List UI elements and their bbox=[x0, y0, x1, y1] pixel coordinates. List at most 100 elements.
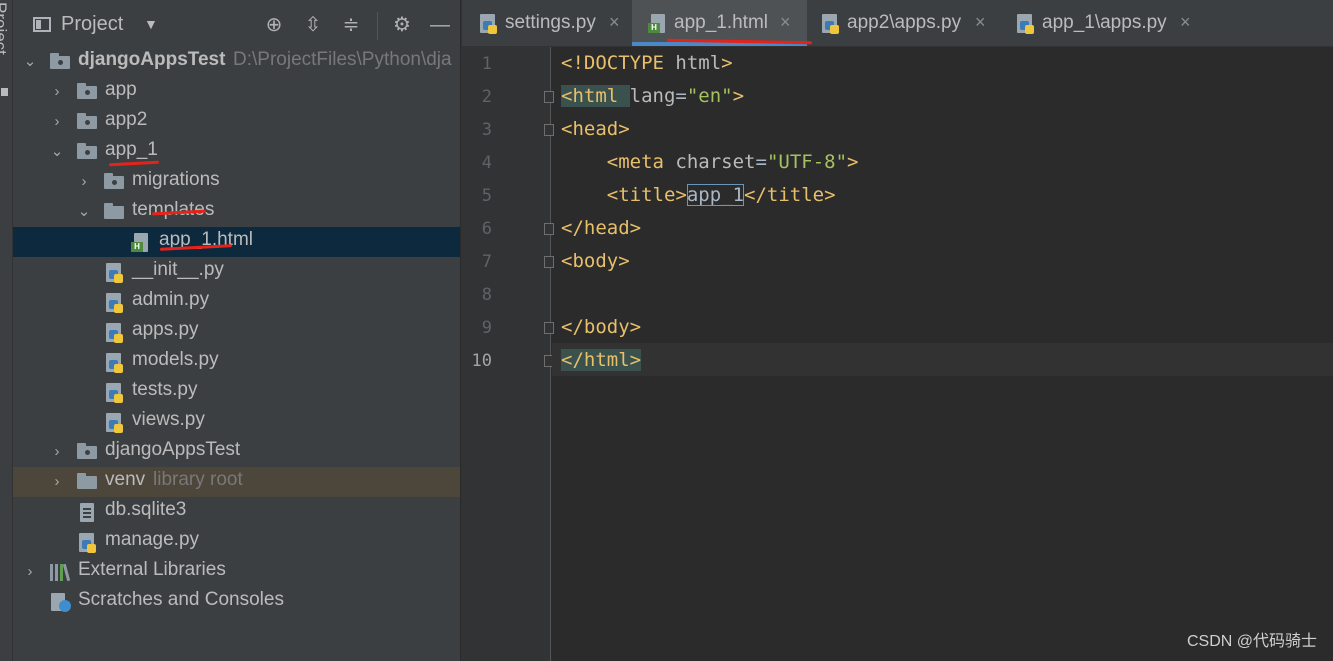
tree-row-apps-py[interactable]: apps.py bbox=[13, 317, 460, 347]
tree-row-project-root[interactable]: ⌄ djangoAppsTest D:\ProjectFiles\Python\… bbox=[13, 47, 460, 77]
tab-app_1-html[interactable]: H app_1.html × bbox=[632, 0, 813, 46]
html-file-icon: H bbox=[648, 14, 668, 33]
close-icon[interactable]: × bbox=[975, 12, 986, 33]
database-file-icon bbox=[77, 503, 97, 522]
collapse-all-icon[interactable]: ≑ bbox=[338, 12, 364, 38]
python-file-icon bbox=[105, 413, 125, 433]
tree-row-manage-py[interactable]: manage.py bbox=[13, 527, 460, 557]
project-tool-window-label: Project bbox=[0, 2, 10, 55]
tree-item-label: djangoAppsTest bbox=[105, 439, 241, 460]
line-number: 7 bbox=[481, 252, 492, 272]
close-icon[interactable]: × bbox=[609, 12, 620, 33]
line-number: 1 bbox=[481, 54, 492, 74]
line-number: 4 bbox=[481, 153, 492, 173]
tree-item-label: app_1 bbox=[105, 139, 158, 160]
tab-app2-apps-py[interactable]: app2\apps.py × bbox=[807, 0, 1002, 46]
chevron-right-icon[interactable]: › bbox=[22, 557, 38, 587]
locate-icon[interactable]: ⊕ bbox=[261, 12, 287, 38]
tool-window-strip: Project bbox=[0, 0, 13, 661]
hide-icon[interactable]: — bbox=[427, 12, 453, 38]
project-panel: Project ▼ ⊕ ⇳ ≑ ⚙ — ⌄ djangoAppsTest D:\… bbox=[13, 0, 460, 661]
chevron-down-icon[interactable]: ⌄ bbox=[49, 137, 65, 167]
scratches-icon bbox=[51, 593, 71, 612]
line-number-gutter[interactable]: 1 2 3 4 5 6 7 8 9 10 bbox=[462, 47, 554, 661]
tree-row-templates[interactable]: ⌄ templates bbox=[13, 197, 460, 227]
tree-item-label: admin.py bbox=[132, 289, 210, 310]
chevron-right-icon[interactable]: › bbox=[49, 77, 65, 107]
python-file-icon bbox=[105, 323, 125, 343]
red-annotation-underline bbox=[108, 160, 160, 167]
chevron-right-icon[interactable]: › bbox=[49, 437, 65, 467]
tree-row-db-sqlite3[interactable]: db.sqlite3 bbox=[13, 497, 460, 527]
project-tool-window-button[interactable]: Project bbox=[0, 2, 12, 68]
chevron-right-icon[interactable]: › bbox=[49, 467, 65, 497]
tree-item-label: Scratches and Consoles bbox=[78, 589, 284, 610]
chevron-down-icon[interactable]: ⌄ bbox=[22, 47, 38, 77]
tree-row-app2[interactable]: › app2 bbox=[13, 107, 460, 137]
tree-row-app[interactable]: › app bbox=[13, 77, 460, 107]
code-line-current: </html> bbox=[561, 349, 642, 371]
tab-label: app_1\apps.py bbox=[1042, 12, 1167, 33]
tree-item-label: External Libraries bbox=[78, 559, 226, 580]
python-file-icon bbox=[1016, 14, 1036, 34]
line-number: 2 bbox=[481, 87, 492, 107]
editor-pane: settings.py × H app_1.html × app2\apps.p… bbox=[461, 0, 1333, 661]
code-area[interactable]: <!DOCTYPE html> <html lang="en"> <head> … bbox=[552, 47, 1333, 661]
tree-row-app_1-html[interactable]: H app_1.html bbox=[13, 227, 460, 257]
tree-row-djangoappstest-pkg[interactable]: › djangoAppsTest bbox=[13, 437, 460, 467]
watermark: CSDN @代码骑士 bbox=[1186, 633, 1317, 650]
chevron-down-icon[interactable]: ▼ bbox=[144, 16, 158, 32]
tree-item-label: views.py bbox=[132, 409, 205, 430]
gear-icon[interactable]: ⚙ bbox=[389, 12, 415, 38]
folder-icon bbox=[104, 203, 124, 219]
tree-row-scratches[interactable]: Scratches and Consoles bbox=[13, 587, 460, 617]
code-line: </head> bbox=[561, 217, 642, 239]
code-line: <!DOCTYPE html> bbox=[561, 52, 733, 74]
python-file-icon bbox=[105, 353, 125, 373]
python-file-icon bbox=[105, 383, 125, 403]
tree-row-models-py[interactable]: models.py bbox=[13, 347, 460, 377]
tree-row-tests-py[interactable]: tests.py bbox=[13, 377, 460, 407]
tree-item-label: venv bbox=[105, 469, 146, 490]
close-icon[interactable]: × bbox=[780, 12, 791, 33]
tab-app_1-apps-py[interactable]: app_1\apps.py × bbox=[1002, 0, 1202, 46]
code-line: <head> bbox=[561, 118, 630, 140]
project-view-icon bbox=[33, 17, 51, 32]
code-line: <title>app_1</title> bbox=[606, 184, 836, 206]
tab-settings-py[interactable]: settings.py × bbox=[462, 0, 632, 46]
library-root-note: library root bbox=[153, 469, 243, 490]
current-line-highlight bbox=[552, 343, 1333, 376]
tree-row-external-libraries[interactable]: › External Libraries bbox=[13, 557, 460, 587]
python-file-icon bbox=[105, 293, 125, 313]
line-number: 5 bbox=[481, 186, 492, 206]
code-line: <body> bbox=[561, 250, 630, 272]
tree-row-views-py[interactable]: views.py bbox=[13, 407, 460, 437]
tree-item-label: djangoAppsTest bbox=[78, 49, 226, 70]
folder-icon bbox=[77, 443, 97, 459]
chevron-right-icon[interactable]: › bbox=[49, 107, 65, 137]
chevron-down-icon[interactable]: ⌄ bbox=[76, 197, 92, 227]
close-icon[interactable]: × bbox=[1180, 12, 1191, 33]
chevron-right-icon[interactable]: › bbox=[76, 167, 92, 197]
tree-item-label: app bbox=[105, 79, 137, 100]
tab-label: settings.py bbox=[505, 12, 596, 33]
folder-icon bbox=[77, 113, 97, 129]
line-number: 9 bbox=[481, 318, 492, 338]
tree-row-init-py[interactable]: __init__.py bbox=[13, 257, 460, 287]
project-panel-header: Project ▼ ⊕ ⇳ ≑ ⚙ — bbox=[13, 0, 460, 52]
folder-icon bbox=[77, 473, 97, 489]
tree-row-app_1[interactable]: ⌄ app_1 bbox=[13, 137, 460, 167]
tree-row-migrations[interactable]: › migrations bbox=[13, 167, 460, 197]
library-icon bbox=[50, 563, 71, 582]
line-number-current: 10 bbox=[471, 351, 492, 371]
tree-item-label: migrations bbox=[132, 169, 220, 190]
tree-row-admin-py[interactable]: admin.py bbox=[13, 287, 460, 317]
cursor-word-highlight: app_1 bbox=[686, 184, 745, 206]
expand-all-icon[interactable]: ⇳ bbox=[300, 12, 326, 38]
project-panel-title[interactable]: Project bbox=[61, 13, 123, 36]
folder-icon bbox=[104, 173, 124, 189]
tree-row-venv[interactable]: › venv library root bbox=[13, 467, 460, 497]
line-number: 8 bbox=[481, 285, 492, 305]
toolbar-divider bbox=[377, 12, 378, 40]
python-file-icon bbox=[105, 263, 125, 283]
